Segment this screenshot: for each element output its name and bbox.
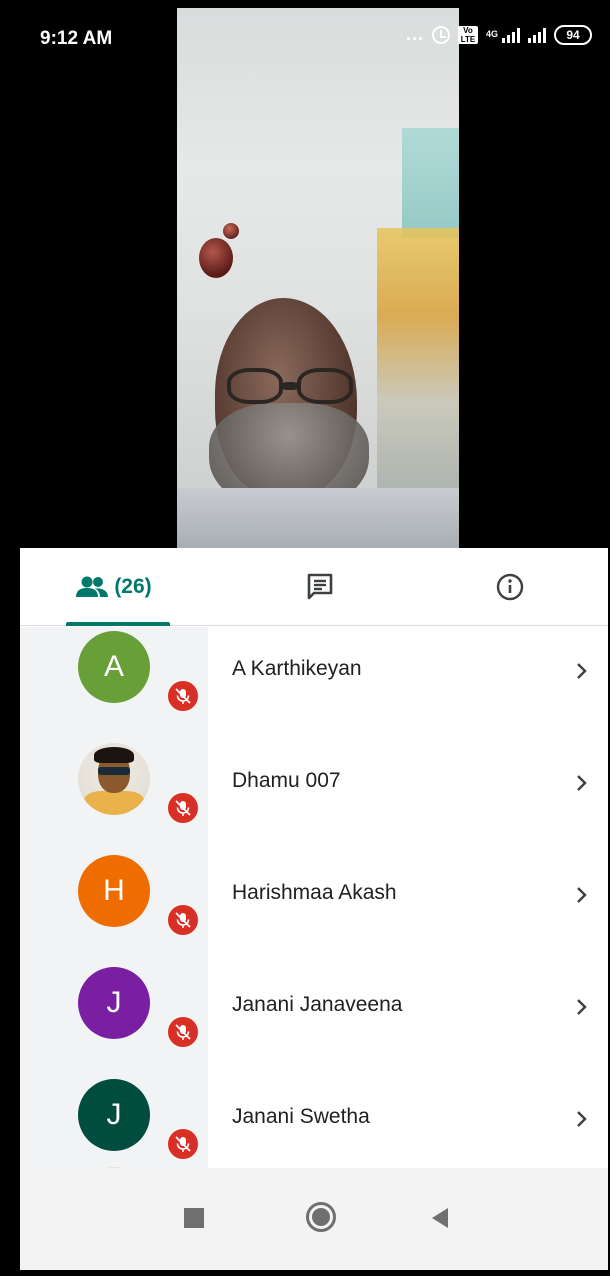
tab-people[interactable]: (26) [60, 548, 170, 626]
overflow-dots: ... [405, 24, 424, 44]
mic-off-icon [166, 903, 200, 937]
signal-icon [502, 27, 520, 43]
person-shirt [177, 488, 459, 548]
volte-icon: Vo LTE [457, 25, 478, 44]
status-time: 9:12 AM [40, 28, 113, 49]
background-shelf [377, 228, 459, 518]
participant-row[interactable]: A A Karthikeyan [20, 627, 608, 739]
participant-name: Janani Janaveena [232, 993, 403, 1016]
avatar: J [78, 967, 150, 1039]
avatar-photo [78, 743, 150, 815]
avatar: H [78, 855, 150, 927]
battery-icon: 94 [554, 24, 592, 45]
avatar: J [78, 1079, 150, 1151]
signal-icon [528, 27, 546, 43]
participant-row[interactable]: H Harishmaa Akash [20, 851, 608, 963]
tab-bar: (26) [20, 548, 608, 626]
chat-icon [307, 573, 333, 600]
chevron-right-icon[interactable] [572, 885, 592, 905]
ceiling-fan [199, 238, 233, 278]
network-type: 4G [485, 29, 498, 39]
tab-info[interactable] [480, 548, 540, 626]
alarm-icon [431, 25, 450, 44]
avatar: A [78, 631, 150, 703]
status-icons: ... Vo LTE 4G 94 [406, 24, 592, 45]
chevron-right-icon[interactable] [572, 773, 592, 793]
background-decor [402, 128, 459, 238]
system-nav-bar [20, 1168, 608, 1270]
participant-row[interactable]: J Janani Swetha [20, 1075, 608, 1168]
active-tab-indicator [66, 622, 170, 626]
video-stage[interactable]: 9:12 AM ... Vo LTE 4G 94 [20, 8, 608, 548]
chevron-right-icon[interactable] [572, 661, 592, 681]
person-glasses [227, 368, 357, 408]
participant-video[interactable] [177, 8, 459, 548]
participant-name: Dhamu 007 [232, 769, 341, 792]
device-frame: 9:12 AM ... Vo LTE 4G 94 (26) A A Karthi… [0, 0, 610, 1276]
avatar-initial: J [106, 986, 122, 1019]
home-icon[interactable] [306, 1202, 336, 1232]
participant-row[interactable]: Dhamu 007 [20, 739, 608, 851]
participant-name: Harishmaa Akash [232, 881, 397, 904]
participant-row[interactable]: J Janani Janaveena [20, 963, 608, 1075]
mic-off-icon [166, 1127, 200, 1161]
mic-off-icon [166, 1015, 200, 1049]
status-bar: 9:12 AM ... Vo LTE 4G 94 [20, 8, 608, 56]
ceiling-fan-cap [223, 223, 239, 239]
mic-off-icon [166, 679, 200, 713]
participant-name: Janani Swetha [232, 1105, 370, 1128]
people-count: (26) [114, 575, 152, 598]
people-icon [76, 576, 109, 597]
participant-list[interactable]: A A Karthikeyan Dhamu 007 H Harishmaa Ak… [20, 627, 608, 1168]
tab-chat[interactable] [290, 548, 350, 626]
info-icon [496, 573, 524, 601]
mic-off-icon [166, 791, 200, 825]
participant-name: A Karthikeyan [232, 657, 362, 680]
avatar-initial: A [103, 650, 124, 683]
back-icon[interactable] [432, 1208, 448, 1228]
recents-icon[interactable] [184, 1208, 204, 1228]
screen: 9:12 AM ... Vo LTE 4G 94 (26) A A Karthi… [20, 8, 608, 1270]
chevron-right-icon[interactable] [572, 997, 592, 1017]
chevron-right-icon[interactable] [572, 1109, 592, 1129]
avatar-initial: J [106, 1098, 122, 1131]
avatar-initial: H [103, 874, 125, 907]
